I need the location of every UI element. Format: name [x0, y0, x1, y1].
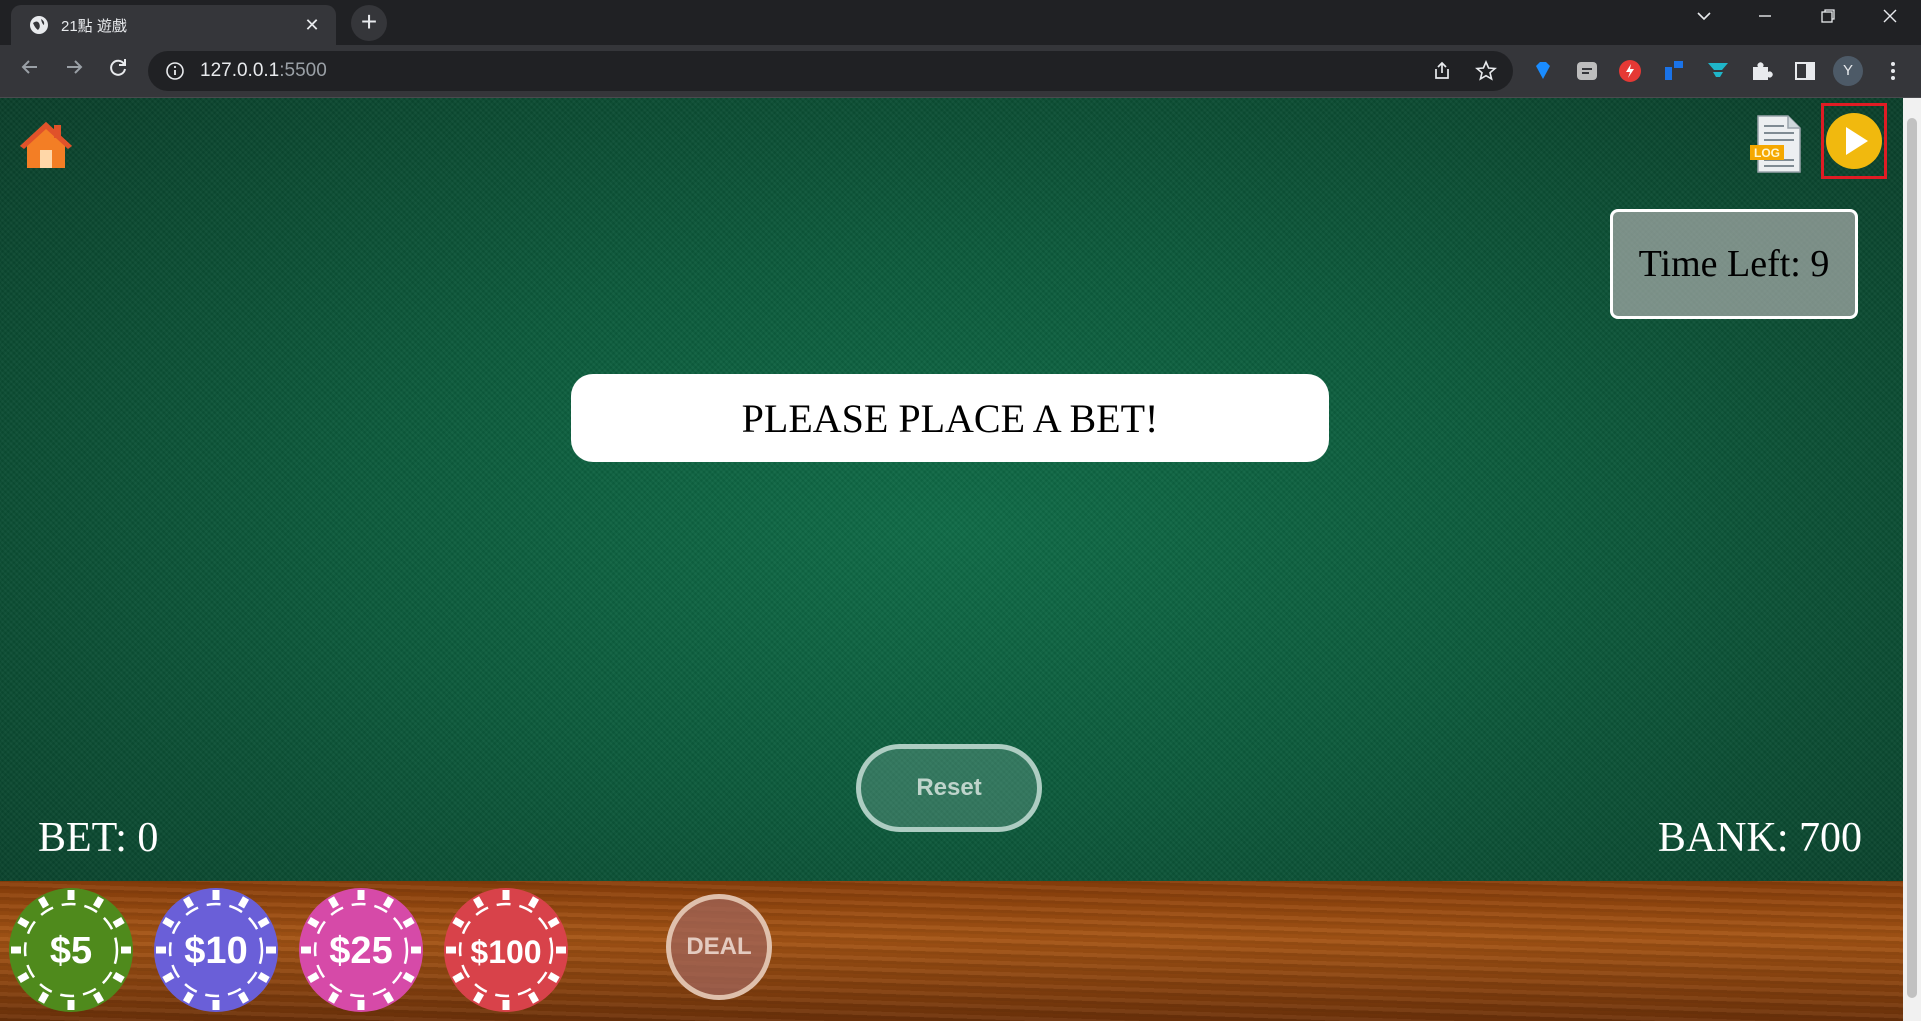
- bet-amount: BET: 0: [38, 815, 159, 861]
- url-port: :5500: [279, 60, 327, 81]
- wood-rail: [0, 881, 1903, 1021]
- page-scrollbar[interactable]: [1903, 98, 1921, 1021]
- log-badge-text: LOG: [1754, 146, 1780, 160]
- site-info-icon[interactable]: [164, 60, 186, 82]
- side-panel-icon[interactable]: [1792, 58, 1818, 84]
- deal-button[interactable]: DEAL: [666, 894, 772, 1000]
- reload-icon[interactable]: [102, 55, 134, 87]
- red-extension-icon[interactable]: [1617, 58, 1643, 84]
- chip-label: $10: [184, 930, 247, 972]
- play-icon: [1826, 113, 1882, 169]
- tab-title: 21點 遊戲: [61, 17, 127, 35]
- globe-icon: [30, 16, 48, 34]
- bet-prompt-message: PLEASE PLACE A BET!: [571, 374, 1329, 462]
- browser-toolbar: 127.0.0.1:5500 Y: [0, 45, 1921, 98]
- time-left-display: Time Left: 9: [1610, 209, 1858, 319]
- chip-label: $100: [470, 934, 541, 970]
- profile-avatar[interactable]: Y: [1833, 56, 1863, 86]
- scrollbar-thumb[interactable]: [1907, 118, 1917, 998]
- share-icon[interactable]: [1430, 59, 1454, 83]
- game-page: LOG Time Left: 9 PLEASE PLACE A BET! Res…: [0, 98, 1903, 1021]
- chip-100-button[interactable]: $100: [441, 885, 571, 1015]
- browser-tab[interactable]: 21點 遊戲 ✕: [11, 5, 336, 45]
- chat-extension-icon[interactable]: [1574, 58, 1600, 84]
- minimize-icon[interactable]: [1745, 8, 1785, 36]
- log-document-icon[interactable]: LOG: [1748, 114, 1804, 174]
- home-icon[interactable]: [18, 118, 74, 170]
- reset-button[interactable]: Reset: [856, 744, 1042, 832]
- restore-icon[interactable]: [1808, 8, 1848, 36]
- extensions-puzzle-icon[interactable]: [1748, 58, 1774, 84]
- bank-balance: BANK: 700: [1657, 815, 1862, 861]
- gem-extension-icon[interactable]: [1530, 58, 1556, 84]
- chip-label: $5: [50, 930, 92, 972]
- chip-25-button[interactable]: $25: [296, 885, 426, 1015]
- back-icon[interactable]: [14, 55, 46, 87]
- new-tab-button[interactable]: +: [351, 5, 387, 41]
- address-bar[interactable]: 127.0.0.1:5500: [148, 51, 1513, 91]
- window-close-icon[interactable]: [1870, 8, 1910, 36]
- filter-extension-icon[interactable]: [1705, 58, 1731, 84]
- url-text: 127.0.0.1:5500: [200, 60, 327, 82]
- tab-close-icon[interactable]: ✕: [300, 15, 324, 36]
- menu-kebab-icon[interactable]: [1880, 58, 1906, 84]
- chip-label: $25: [329, 930, 392, 972]
- browser-tabstrip: 21點 遊戲 ✕ +: [0, 0, 1921, 45]
- bookmark-star-icon[interactable]: [1474, 59, 1498, 83]
- tab-search-icon[interactable]: [1684, 8, 1724, 36]
- blue-extension-icon[interactable]: [1661, 58, 1687, 84]
- play-button[interactable]: [1821, 103, 1887, 179]
- url-host: 127.0.0.1: [200, 60, 280, 81]
- forward-icon[interactable]: [58, 55, 90, 87]
- chip-5-button[interactable]: $5: [6, 885, 136, 1015]
- chip-10-button[interactable]: $10: [151, 885, 281, 1015]
